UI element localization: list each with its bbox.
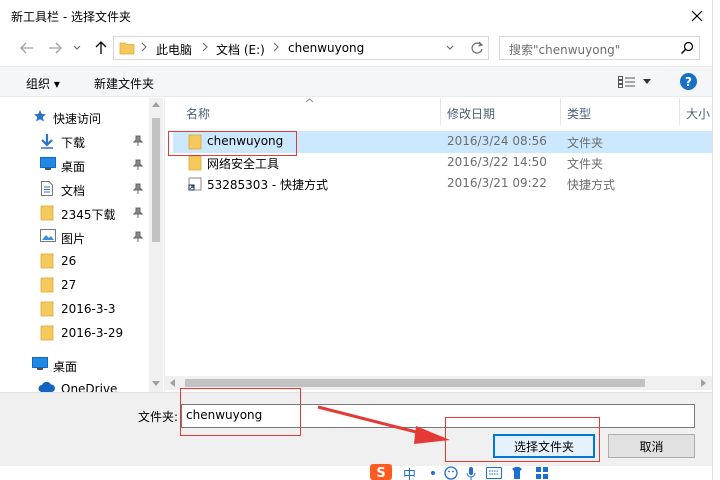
nav-item-pictures[interactable]: 图片 <box>0 226 150 250</box>
file-list: 名称 修改日期 类型 大小 chenwuyong 2016/3/24 08:56… <box>164 98 713 392</box>
desktop-icon <box>32 357 48 370</box>
dialog-footer: 文件夹: chenwuyong 选择文件夹 取消 <box>0 392 720 466</box>
navigation-pane: 快速访问 下载 桌面 文档 2345下载 图片 26 27 2016-3-3 2 <box>0 98 163 392</box>
close-button[interactable] <box>680 0 714 31</box>
nav-item-folder-2016-3-29[interactable]: 2016-3-29 <box>0 322 150 346</box>
nav-item-documents[interactable]: 文档 <box>0 178 150 202</box>
chevron-right-icon <box>273 42 279 52</box>
folder-icon <box>40 301 54 317</box>
star-icon <box>34 110 46 122</box>
chevron-down-icon[interactable] <box>446 45 454 51</box>
nav-item-folder-26[interactable]: 26 <box>0 250 150 274</box>
folder-icon <box>40 205 54 221</box>
view-options-icon[interactable] <box>618 76 636 88</box>
scroll-thumb[interactable] <box>152 118 160 242</box>
column-header-size[interactable]: 大小 <box>680 98 713 125</box>
nav-item-folder-2016-3-3[interactable]: 2016-3-3 <box>0 298 150 322</box>
file-row-security-tools[interactable]: 网络安全工具 2016/3/22 14:50 文件夹 <box>173 152 713 174</box>
search-placeholder: 搜索"chenwuyong" <box>509 43 621 57</box>
chevron-down-icon[interactable] <box>643 79 651 85</box>
scroll-thumb[interactable] <box>185 379 645 387</box>
new-folder-button[interactable]: 新建文件夹 <box>94 75 154 92</box>
nav-item-quick-access[interactable]: 快速访问 <box>0 106 150 130</box>
column-header-name[interactable]: 名称 <box>165 98 440 125</box>
folder-icon <box>188 134 202 150</box>
document-icon <box>41 181 53 196</box>
navigation-scrollbar[interactable] <box>149 98 163 392</box>
up-button[interactable] <box>90 38 112 58</box>
folder-icon <box>119 42 135 55</box>
cloud-icon <box>38 381 55 392</box>
nav-item-2345-downloads[interactable]: 2345下载 <box>0 202 150 226</box>
folder-icon <box>188 155 202 171</box>
arrow-up-icon <box>95 41 107 54</box>
scroll-left-icon[interactable] <box>170 379 175 387</box>
select-folder-button[interactable]: 选择文件夹 <box>493 434 595 458</box>
close-icon <box>691 10 703 21</box>
forward-button[interactable] <box>44 38 66 58</box>
chevron-right-icon <box>141 42 147 52</box>
breadcrumb-current-folder[interactable]: chenwuyong <box>288 41 364 55</box>
column-header-type[interactable]: 类型 <box>561 98 681 125</box>
title-bar: 新工具栏 - 选择文件夹 <box>0 0 720 31</box>
scroll-right-icon[interactable] <box>701 379 706 387</box>
desktop-icon <box>40 157 56 170</box>
refresh-icon[interactable] <box>470 41 484 55</box>
svg-text:S: S <box>376 466 385 480</box>
ime-mode-label[interactable]: 中 <box>403 464 416 480</box>
scroll-up-icon[interactable] <box>152 102 160 107</box>
help-icon: ? <box>685 74 692 89</box>
folder-name-input[interactable]: chenwuyong <box>181 404 695 428</box>
emoji-icon[interactable] <box>444 466 458 480</box>
recent-locations-button[interactable] <box>66 38 88 58</box>
arrow-right-icon <box>49 42 62 54</box>
pin-icon[interactable] <box>133 183 143 195</box>
file-row-chenwuyong[interactable]: chenwuyong 2016/3/24 08:56 文件夹 <box>173 131 713 153</box>
keyboard-icon[interactable] <box>486 467 502 479</box>
folder-icon <box>40 325 54 341</box>
shortcut-icon <box>188 177 202 191</box>
sogou-s-icon[interactable]: S <box>370 464 392 480</box>
skin-icon[interactable] <box>510 466 524 480</box>
ime-toolbar: S 中 <box>370 464 720 480</box>
pin-icon[interactable] <box>133 231 143 243</box>
punctuation-icon[interactable] <box>428 468 438 478</box>
organize-menu[interactable]: 组织 ▾ <box>26 75 60 92</box>
pin-icon[interactable] <box>133 135 143 147</box>
file-list-scrollbar[interactable] <box>165 376 713 390</box>
search-icon <box>681 41 694 54</box>
address-bar[interactable]: 此电脑 文档 (E:) chenwuyong <box>113 36 489 60</box>
cancel-button[interactable]: 取消 <box>608 434 695 458</box>
folder-icon <box>40 277 54 293</box>
picture-icon <box>40 229 56 242</box>
breadcrumb-drive[interactable]: 文档 (E:) <box>216 41 265 58</box>
arrow-left-icon <box>20 42 33 54</box>
chevron-right-icon <box>202 42 208 52</box>
download-icon <box>41 134 53 149</box>
help-button[interactable]: ? <box>680 73 697 90</box>
nav-item-desktop-root[interactable]: 桌面 <box>0 354 150 378</box>
nav-item-desktop[interactable]: 桌面 <box>0 154 150 178</box>
file-row-shortcut[interactable]: 53285303 - 快捷方式 2016/3/21 09:22 快捷方式 <box>173 173 713 195</box>
chevron-down-icon <box>73 45 81 50</box>
voice-icon[interactable] <box>466 466 476 480</box>
folder-label: 文件夹: <box>138 410 179 424</box>
nav-item-downloads[interactable]: 下载 <box>0 130 150 154</box>
window-title: 新工具栏 - 选择文件夹 <box>11 10 131 24</box>
folder-icon <box>40 253 54 269</box>
column-header-date[interactable]: 修改日期 <box>441 98 561 125</box>
background-window-edge <box>712 0 720 480</box>
pin-icon[interactable] <box>133 207 143 219</box>
nav-item-folder-27[interactable]: 27 <box>0 274 150 298</box>
pin-icon[interactable] <box>133 159 143 171</box>
scroll-down-icon[interactable] <box>152 381 160 386</box>
nav-item-onedrive[interactable]: OneDrive <box>0 378 150 392</box>
back-button[interactable] <box>16 38 38 58</box>
search-box[interactable]: 搜索"chenwuyong" <box>499 36 700 60</box>
toolbox-icon[interactable] <box>535 466 549 480</box>
breadcrumb-this-pc[interactable]: 此电脑 <box>156 41 192 58</box>
command-bar: 组织 ▾ 新建文件夹 ? <box>0 66 720 97</box>
